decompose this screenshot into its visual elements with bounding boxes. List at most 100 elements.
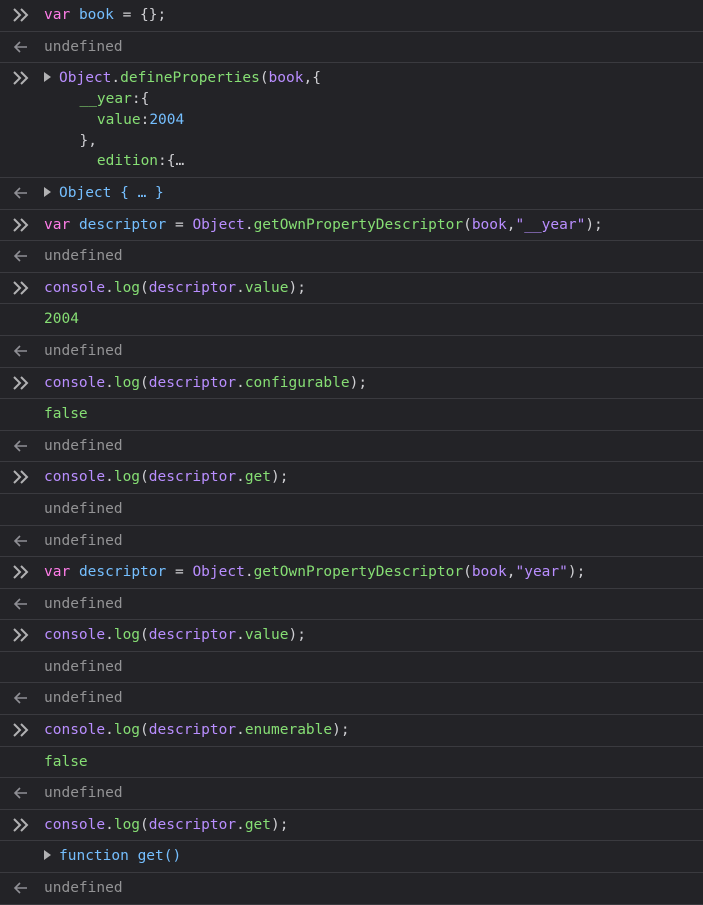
code-token: Object (59, 70, 112, 87)
code-token: descriptor (148, 627, 237, 644)
code-line: console.log(descriptor.configurable); (44, 373, 367, 393)
code-token: get (244, 469, 272, 486)
code-token: enumerable (244, 722, 333, 739)
console-input-row[interactable]: Object.defineProperties(book,{ __year:{ … (0, 63, 703, 178)
code-token: . (105, 816, 114, 833)
code-token: undefined (44, 785, 123, 802)
code-line: Object { … } (44, 183, 164, 203)
code-token: var (44, 564, 71, 581)
code-line: console.log(descriptor.get); (44, 467, 289, 487)
chevron-double-right-icon (12, 627, 34, 649)
code-token: }, (62, 132, 97, 149)
arrow-left-icon (12, 880, 34, 902)
arrow-left-icon (12, 39, 34, 61)
code-token: 2004 (149, 111, 185, 128)
code-token: . (244, 564, 254, 581)
code-token: undefined (44, 880, 123, 897)
code-token: log (113, 374, 141, 391)
code-token: . (236, 627, 245, 644)
code-token: ( (463, 216, 472, 233)
code-token: Object (192, 216, 245, 233)
code-token: undefined (44, 248, 123, 265)
code-token: ,{ (303, 70, 321, 87)
console-input-row: console.log(descriptor.get); (0, 462, 703, 494)
arrow-left-icon (12, 438, 34, 460)
code-token: defineProperties (120, 70, 260, 87)
code-token: ); (271, 469, 289, 486)
code-token: ( (140, 279, 149, 296)
console-input-row: console.log(descriptor.enumerable); (0, 715, 703, 747)
code-line: value:2004 (62, 110, 184, 130)
code-token: configurable (244, 374, 350, 391)
code-token: . (236, 722, 245, 739)
code-token: ); (288, 627, 306, 644)
console-result-row: undefined (0, 526, 703, 558)
chevron-double-right-icon (12, 564, 34, 586)
console-result-row: undefined (0, 32, 703, 64)
code-token: book (471, 564, 507, 581)
console-result-row[interactable]: Object { … } (0, 178, 703, 210)
code-token: undefined (44, 690, 123, 707)
code-token: value (244, 279, 289, 296)
disclosure-triangle-icon[interactable] (44, 850, 51, 861)
code-token: value (96, 111, 141, 128)
code-token: 2004 (44, 311, 79, 328)
console-log-row: false (0, 747, 703, 779)
code-token: . (105, 722, 114, 739)
console-input-row: var descriptor = Object.getOwnPropertyDe… (0, 557, 703, 589)
code-token: var (44, 216, 71, 233)
code-line: __year:{ (62, 89, 149, 109)
code-token: ( (140, 469, 149, 486)
chevron-double-right-icon (12, 722, 34, 744)
code-token: :{… (158, 153, 185, 170)
console-result-row: undefined (0, 873, 703, 905)
console-result-row: undefined (0, 336, 703, 368)
console-result-row: undefined (0, 778, 703, 810)
code-token: console (44, 816, 106, 833)
code-token: console (44, 279, 106, 296)
code-line: undefined (44, 688, 123, 708)
console-result-row: undefined (0, 431, 703, 463)
code-token: descriptor (148, 816, 237, 833)
code-token: ); (567, 564, 586, 581)
code-token: undefined (44, 437, 123, 454)
code-token: getOwnPropertyDescriptor (253, 564, 464, 581)
code-line: undefined (44, 246, 123, 266)
console-input-row: console.log(descriptor.get); (0, 810, 703, 842)
code-line: console.log(descriptor.value); (44, 625, 306, 645)
code-token: undefined (44, 342, 123, 359)
code-token: value (244, 627, 289, 644)
code-line: undefined (44, 878, 123, 898)
disclosure-triangle-icon[interactable] (44, 72, 51, 83)
code-line: var book = {}; (44, 5, 166, 25)
code-line: Object.defineProperties(book,{ (44, 68, 321, 88)
chevron-double-right-icon (12, 280, 34, 302)
code-token: var (44, 7, 71, 23)
code-token: ); (332, 722, 350, 739)
code-line: undefined (44, 783, 123, 803)
code-token: false (44, 753, 88, 770)
console-log-row[interactable]: function get() (0, 841, 703, 874)
console-log-row: undefined (0, 652, 703, 684)
code-token: :{ (131, 90, 150, 107)
arrow-left-icon (12, 533, 34, 555)
chevron-double-right-icon (12, 817, 34, 839)
code-token: . (236, 816, 245, 833)
console-input-row: console.log(descriptor.configurable); (0, 368, 703, 400)
code-line: false (44, 752, 88, 772)
code-token: Object { … } (59, 184, 164, 201)
console-log-row: 2004 (0, 304, 703, 336)
console-output: var book = {}; undefined Object.defineProp… (0, 0, 703, 905)
code-line: undefined (44, 499, 123, 519)
code-token: "year" (515, 564, 568, 581)
code-token: log (113, 722, 141, 739)
arrow-left-icon (12, 185, 34, 207)
console-result-row: undefined (0, 683, 703, 716)
disclosure-triangle-icon[interactable] (44, 186, 51, 197)
code-token: descriptor (78, 216, 167, 233)
